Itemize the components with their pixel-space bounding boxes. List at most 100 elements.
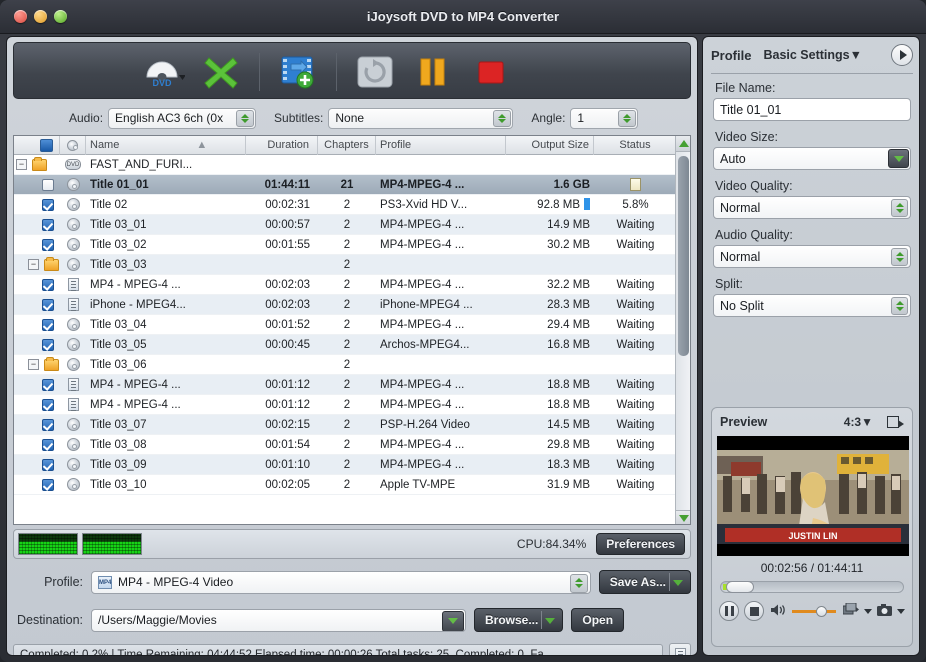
stepper-icon[interactable] <box>891 297 908 315</box>
table-row[interactable]: Title 03_0800:01:542MP4-MPEG-4 ...29.8 M… <box>14 435 677 455</box>
table-row[interactable]: −DVDFAST_AND_FURI... <box>14 155 677 175</box>
row-checkbox[interactable] <box>42 439 54 451</box>
row-checkbox[interactable] <box>42 459 54 471</box>
file-name-input[interactable]: Title 01_01 <box>713 98 911 121</box>
table-row[interactable]: Title 03_0900:01:102MP4-MPEG-4 ...18.3 M… <box>14 455 677 475</box>
pause-button[interactable] <box>404 47 462 97</box>
row-check-cell[interactable] <box>14 375 60 395</box>
row-check-cell[interactable] <box>14 435 60 455</box>
table-row[interactable]: Title 03_0700:02:152PSP-H.264 Video14.5 … <box>14 415 677 435</box>
row-checkbox[interactable] <box>42 479 54 491</box>
column-header-status[interactable]: Status <box>594 136 677 155</box>
row-checkbox[interactable] <box>42 219 54 231</box>
popup-arrow-icon[interactable] <box>888 149 909 168</box>
effects-icon[interactable] <box>843 603 859 619</box>
chevron-down-icon[interactable] <box>673 580 683 586</box>
column-header-check[interactable] <box>14 136 60 155</box>
row-checkbox[interactable] <box>42 419 54 431</box>
table-row[interactable]: Title 03_0400:01:522MP4-MPEG-4 ...29.4 M… <box>14 315 677 335</box>
stepper-icon[interactable] <box>891 199 908 217</box>
table-scrollbar[interactable] <box>675 136 690 525</box>
select-all-checkbox[interactable] <box>40 139 53 152</box>
log-icon[interactable] <box>630 178 641 191</box>
save-as-button[interactable]: Save As... <box>599 570 691 594</box>
row-checkbox[interactable] <box>42 179 54 191</box>
destination-input[interactable]: /Users/Maggie/Movies <box>91 609 466 632</box>
preview-video[interactable]: JUSTIN LIN <box>717 436 909 556</box>
browse-button[interactable]: Browse... <box>474 608 563 632</box>
scrollbar-thumb[interactable] <box>678 156 689 356</box>
subtitles-select[interactable]: None <box>328 108 513 129</box>
row-checkbox[interactable] <box>42 319 54 331</box>
column-header-name[interactable]: Name ▲ <box>86 136 246 155</box>
row-checkbox[interactable] <box>42 279 54 291</box>
setting-select[interactable]: Normal <box>713 245 911 268</box>
setting-select[interactable]: Auto <box>713 147 911 170</box>
basic-settings-dropdown[interactable]: Basic Settings▼ <box>763 48 862 62</box>
angle-stepper-icon[interactable] <box>618 110 636 127</box>
table-row[interactable]: Title 03_0100:00:572MP4-MPEG-4 ...14.9 M… <box>14 215 677 235</box>
table-row[interactable]: Title 03_0200:01:552MP4-MPEG-4 ...30.2 M… <box>14 235 677 255</box>
table-row[interactable]: MP4 - MPEG-4 ...00:02:032MP4-MPEG-4 ...3… <box>14 275 677 295</box>
row-check-cell[interactable] <box>14 335 60 355</box>
open-button[interactable]: Open <box>571 608 624 632</box>
stop-button[interactable] <box>462 47 520 97</box>
row-checkbox[interactable] <box>42 379 54 391</box>
row-check-cell[interactable] <box>14 295 60 315</box>
angle-select[interactable]: 1 <box>570 108 638 129</box>
log-button[interactable] <box>669 643 691 656</box>
scroll-up-button[interactable] <box>676 136 691 152</box>
audio-select[interactable]: English AC3 6ch (0x <box>108 108 256 129</box>
volume-slider[interactable] <box>792 610 836 613</box>
row-check-cell[interactable] <box>14 275 60 295</box>
row-checkbox[interactable] <box>42 339 54 351</box>
table-row[interactable]: MP4 - MPEG-4 ...00:01:122MP4-MPEG-4 ...1… <box>14 375 677 395</box>
subtitles-stepper-icon[interactable] <box>493 110 511 127</box>
expand-toggle[interactable]: − <box>16 159 27 170</box>
seek-knob[interactable] <box>726 581 754 593</box>
export-frame-icon[interactable] <box>887 416 904 429</box>
row-check-cell[interactable] <box>14 195 60 215</box>
row-check-cell[interactable] <box>14 315 60 335</box>
setting-select[interactable]: Normal <box>713 196 911 219</box>
profile-stepper-icon[interactable] <box>570 574 588 593</box>
effects-chevron-icon[interactable] <box>864 609 872 614</box>
table-row[interactable]: Title 0200:02:312PS3-Xvid HD V...92.8 MB… <box>14 195 677 215</box>
row-check-cell[interactable] <box>14 455 60 475</box>
column-header-size[interactable]: Output Size <box>506 136 594 155</box>
row-check-cell[interactable] <box>14 175 60 195</box>
row-check-cell[interactable]: − <box>14 355 60 375</box>
speaker-icon[interactable] <box>771 604 785 619</box>
snapshot-icon[interactable] <box>877 604 892 619</box>
setting-select[interactable]: No Split <box>713 294 911 317</box>
table-row[interactable]: Title 03_0500:00:452Archos-MPEG4...16.8 … <box>14 335 677 355</box>
row-checkbox[interactable] <box>42 299 54 311</box>
preview-pause-button[interactable] <box>719 601 739 621</box>
preferences-button[interactable]: Preferences <box>596 533 685 555</box>
row-check-cell[interactable] <box>14 215 60 235</box>
aspect-ratio-dropdown[interactable]: 4:3▼ <box>844 415 873 429</box>
remove-button[interactable] <box>192 47 250 97</box>
table-row[interactable]: −Title 03_062 <box>14 355 677 375</box>
column-header-chapters[interactable]: Chapters <box>318 136 376 155</box>
audio-stepper-icon[interactable] <box>236 110 254 127</box>
column-header-duration[interactable]: Duration <box>246 136 318 155</box>
profile-select[interactable]: MP4 MP4 - MPEG-4 Video <box>91 571 591 594</box>
table-row[interactable]: iPhone - MPEG4...00:02:032iPhone-MPEG4 .… <box>14 295 677 315</box>
table-row[interactable]: MP4 - MPEG-4 ...00:01:122MP4-MPEG-4 ...1… <box>14 395 677 415</box>
stepper-icon[interactable] <box>891 248 908 266</box>
row-checkbox[interactable] <box>42 199 54 211</box>
row-check-cell[interactable] <box>14 235 60 255</box>
row-check-cell[interactable]: − <box>14 155 60 175</box>
row-checkbox[interactable] <box>42 399 54 411</box>
expand-toggle[interactable]: − <box>28 259 39 270</box>
convert-button[interactable] <box>346 47 404 97</box>
next-panel-button[interactable] <box>891 44 913 66</box>
load-dvd-button[interactable]: DVD <box>134 47 192 97</box>
destination-popup-icon[interactable] <box>442 611 464 632</box>
row-check-cell[interactable] <box>14 475 60 495</box>
preview-seek-slider[interactable] <box>720 581 904 593</box>
table-row[interactable]: Title 01_0101:44:1121MP4-MPEG-4 ...1.6 G… <box>14 175 677 195</box>
table-row[interactable]: Title 03_1000:02:052Apple TV-MPE31.9 MBW… <box>14 475 677 495</box>
column-header-profile[interactable]: Profile <box>376 136 506 155</box>
